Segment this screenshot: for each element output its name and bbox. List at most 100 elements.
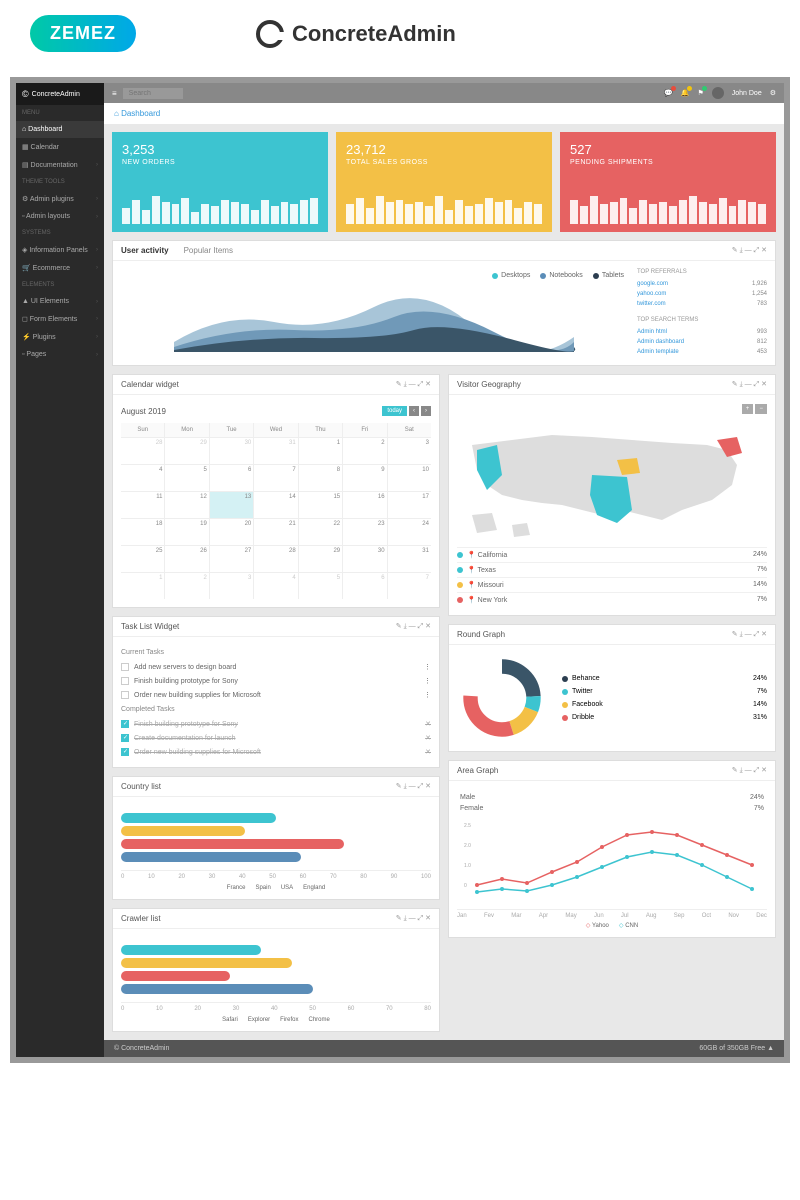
calendar-cell[interactable]: 21 bbox=[254, 519, 297, 545]
calendar-cell[interactable]: 25 bbox=[121, 546, 164, 572]
calendar-cell[interactable]: 22 bbox=[299, 519, 342, 545]
next-button[interactable]: › bbox=[421, 406, 431, 416]
referral-row[interactable]: twitter.com783 bbox=[637, 299, 767, 309]
calendar-cell[interactable]: 23 bbox=[343, 519, 386, 545]
sidebar-item[interactable]: ⚙ Admin plugins› bbox=[16, 190, 104, 208]
calendar-cell[interactable]: 6 bbox=[343, 573, 386, 599]
hbar bbox=[121, 958, 292, 968]
sidebar-item[interactable]: ▫ Admin layouts› bbox=[16, 208, 104, 225]
panel-tools[interactable]: ✎ ⤓ — ⤢ ✕ bbox=[732, 380, 767, 389]
settings-icon[interactable]: ⚙ bbox=[770, 89, 776, 97]
calendar-cell[interactable]: 28 bbox=[254, 546, 297, 572]
calendar-cell[interactable]: 2 bbox=[165, 573, 208, 599]
calendar-cell[interactable]: 8 bbox=[299, 465, 342, 491]
panel-tools[interactable]: ✎ ⤓ — ⤢ ✕ bbox=[396, 380, 431, 389]
calendar-cell[interactable]: 24 bbox=[388, 519, 431, 545]
calendar-cell[interactable]: 6 bbox=[210, 465, 253, 491]
sidebar-item[interactable]: ▲ UI Elements› bbox=[16, 293, 104, 310]
user-name[interactable]: John Doe bbox=[732, 90, 762, 97]
chat-icon[interactable]: 💬 bbox=[664, 89, 673, 97]
zoom-out-button[interactable]: − bbox=[755, 404, 767, 414]
calendar-cell[interactable]: 13 bbox=[210, 492, 253, 518]
calendar-cell[interactable]: 14 bbox=[254, 492, 297, 518]
panel-tools[interactable]: ✎ ⤓ — ⤢ ✕ bbox=[396, 914, 431, 923]
calendar-cell[interactable]: 30 bbox=[343, 546, 386, 572]
legend-item: Firefox bbox=[280, 1017, 298, 1023]
term-row[interactable]: Admin html993 bbox=[637, 327, 767, 337]
prev-button[interactable]: ‹ bbox=[409, 406, 419, 416]
calendar-cell[interactable]: 1 bbox=[121, 573, 164, 599]
task-row[interactable]: Order new building supplies for Microsof… bbox=[121, 745, 431, 759]
calendar-cell[interactable]: 27 bbox=[210, 546, 253, 572]
calendar-day-header: Sat bbox=[388, 423, 431, 437]
sidebar-item[interactable]: ▦ Calendar bbox=[16, 138, 104, 156]
term-row[interactable]: Admin template453 bbox=[637, 347, 767, 357]
donut-chart bbox=[457, 653, 547, 743]
calendar-cell[interactable]: 29 bbox=[165, 438, 208, 464]
calendar-cell[interactable]: 29 bbox=[299, 546, 342, 572]
calendar-cell[interactable]: 5 bbox=[165, 465, 208, 491]
svg-text:2.5: 2.5 bbox=[464, 823, 471, 829]
calendar-cell[interactable]: 16 bbox=[343, 492, 386, 518]
task-row[interactable]: Finish building prototype for Sony⋮ bbox=[121, 674, 431, 688]
panel-tools[interactable]: ✎ ⤓ — ⤢ ✕ bbox=[732, 630, 767, 639]
referral-row[interactable]: yahoo.com1,254 bbox=[637, 289, 767, 299]
calendar-cell[interactable]: 12 bbox=[165, 492, 208, 518]
zoom-in-button[interactable]: + bbox=[742, 404, 754, 414]
calendar-cell[interactable]: 28 bbox=[121, 438, 164, 464]
task-row[interactable]: Create documentation for launch✕ bbox=[121, 731, 431, 745]
hbar bbox=[121, 971, 230, 981]
hbar bbox=[121, 984, 313, 994]
calendar-cell[interactable]: 3 bbox=[210, 573, 253, 599]
calendar-cell[interactable]: 7 bbox=[388, 573, 431, 599]
calendar-cell[interactable]: 11 bbox=[121, 492, 164, 518]
round-graph-panel: Round Graph✎ ⤓ — ⤢ ✕ Behance24%Twitter7%… bbox=[448, 624, 776, 752]
panel-tools[interactable]: ✎ ⤓ — ⤢ ✕ bbox=[396, 622, 431, 631]
calendar-cell[interactable]: 4 bbox=[121, 465, 164, 491]
sidebar-item[interactable]: ◻ Form Elements› bbox=[16, 310, 104, 328]
sidebar-item[interactable]: ⌂ Dashboard bbox=[16, 121, 104, 138]
calendar-cell[interactable]: 10 bbox=[388, 465, 431, 491]
legend-item: Chrome bbox=[309, 1017, 330, 1023]
sidebar-item[interactable]: ▫ Pages› bbox=[16, 346, 104, 363]
avatar[interactable] bbox=[712, 87, 724, 99]
tab-popular-items[interactable]: Popular Items bbox=[184, 246, 233, 255]
calendar-cell[interactable]: 3 bbox=[388, 438, 431, 464]
calendar-cell[interactable]: 19 bbox=[165, 519, 208, 545]
calendar-cell[interactable]: 31 bbox=[388, 546, 431, 572]
panel-tools[interactable]: ✎ ⤓ — ⤢ ✕ bbox=[396, 782, 431, 791]
task-row[interactable]: Finish building prototype for Sony✕ bbox=[121, 717, 431, 731]
sidebar-item[interactable]: ⚡ Plugins› bbox=[16, 328, 104, 346]
calendar-cell[interactable]: 30 bbox=[210, 438, 253, 464]
calendar-cell[interactable]: 4 bbox=[254, 573, 297, 599]
sidebar-item[interactable]: ▤ Documentation› bbox=[16, 156, 104, 174]
task-row[interactable]: Add new servers to design board⋮ bbox=[121, 660, 431, 674]
calendar-cell[interactable]: 18 bbox=[121, 519, 164, 545]
task-row[interactable]: Order new building supplies for Microsof… bbox=[121, 688, 431, 702]
calendar-cell[interactable]: 20 bbox=[210, 519, 253, 545]
calendar-cell[interactable]: 17 bbox=[388, 492, 431, 518]
calendar-cell[interactable]: 2 bbox=[343, 438, 386, 464]
sidebar-item[interactable]: ◈ Information Panels› bbox=[16, 241, 104, 259]
referral-row[interactable]: google.com1,926 bbox=[637, 279, 767, 289]
legend-row: Male24% bbox=[460, 792, 764, 803]
bell-icon[interactable]: 🔔 bbox=[681, 89, 690, 97]
term-row[interactable]: Admin dashboard812 bbox=[637, 337, 767, 347]
today-button[interactable]: today bbox=[382, 406, 407, 416]
flag-icon[interactable]: ⚑ bbox=[697, 89, 703, 97]
calendar-cell[interactable]: 15 bbox=[299, 492, 342, 518]
calendar-cell[interactable]: 31 bbox=[254, 438, 297, 464]
calendar-cell[interactable]: 26 bbox=[165, 546, 208, 572]
search-input[interactable] bbox=[123, 88, 183, 99]
calendar-cell[interactable]: 9 bbox=[343, 465, 386, 491]
calendar-cell[interactable]: 5 bbox=[299, 573, 342, 599]
menu-toggle-icon[interactable]: ≡ bbox=[112, 89, 117, 98]
area-graph-panel: Area Graph✎ ⤓ — ⤢ ✕ Male24% Female7% 2.5… bbox=[448, 760, 776, 938]
panel-tools[interactable]: ✎ ⤓ — ⤢ ✕ bbox=[732, 246, 767, 255]
sidebar-item[interactable]: 🛒 Ecommerce› bbox=[16, 259, 104, 277]
calendar-cell[interactable]: 7 bbox=[254, 465, 297, 491]
calendar-cell[interactable]: 1 bbox=[299, 438, 342, 464]
country-list-panel: Country list✎ ⤓ — ⤢ ✕ 010203040506070809… bbox=[112, 776, 440, 900]
panel-tools[interactable]: ✎ ⤓ — ⤢ ✕ bbox=[732, 766, 767, 775]
tab-user-activity[interactable]: User activity bbox=[121, 246, 169, 255]
